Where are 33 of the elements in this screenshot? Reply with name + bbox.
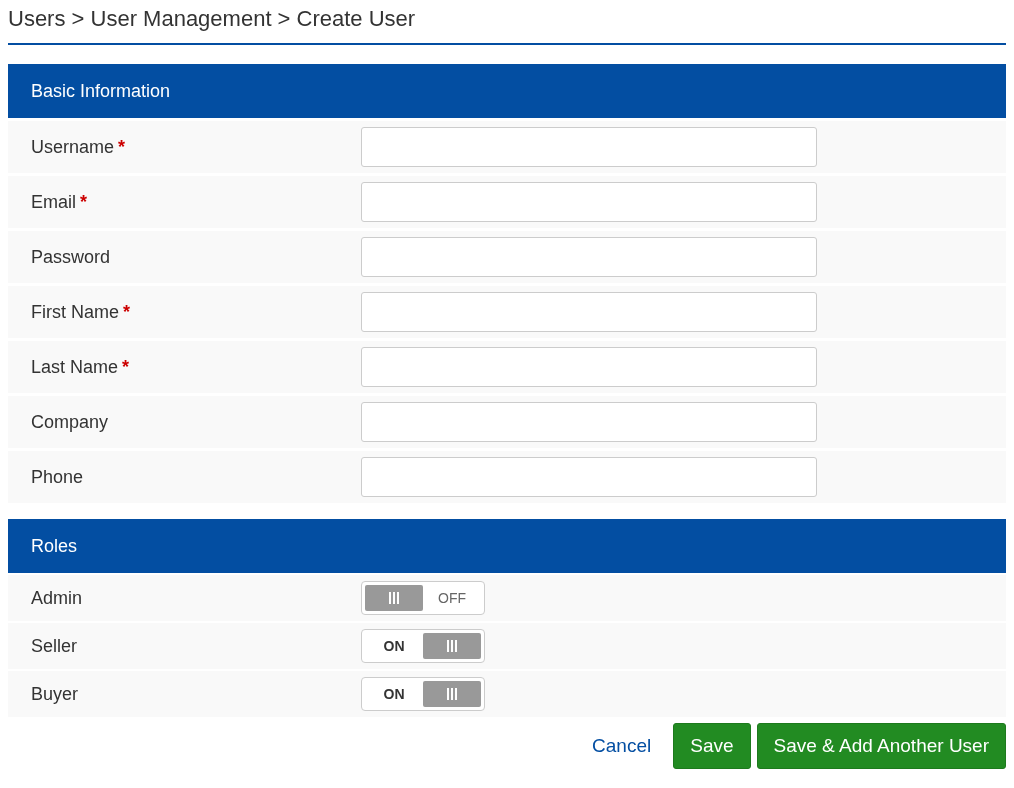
- required-mark: *: [80, 191, 88, 213]
- field-label: Admin: [31, 587, 83, 609]
- input-field[interactable]: [361, 237, 817, 277]
- input-field[interactable]: [361, 292, 817, 332]
- field-label: Seller: [31, 635, 78, 657]
- field-label: Email: [31, 191, 76, 213]
- grip-icon: [447, 688, 457, 700]
- required-mark: *: [122, 356, 130, 378]
- grip-icon: [389, 592, 399, 604]
- input-field[interactable]: [361, 347, 817, 387]
- field-label: First Name: [31, 301, 119, 323]
- field-label: Company: [31, 411, 109, 433]
- toggle-switch[interactable]: ON: [361, 677, 485, 711]
- save-button[interactable]: Save: [673, 723, 751, 769]
- breadcrumb: Users > User Management > Create User: [8, 8, 417, 33]
- input-field[interactable]: [361, 402, 817, 442]
- grip-icon: [447, 640, 457, 652]
- section-header: Basic Information: [8, 64, 1006, 118]
- required-mark: *: [123, 301, 131, 323]
- input-field[interactable]: [361, 182, 817, 222]
- field-label: Phone: [31, 466, 84, 488]
- required-mark: *: [118, 136, 126, 158]
- field-label: Buyer: [31, 683, 79, 705]
- field-label: Last Name: [31, 356, 119, 378]
- input-field[interactable]: [361, 457, 817, 497]
- input-field[interactable]: [361, 127, 817, 167]
- section-header: Roles: [8, 519, 1006, 573]
- toggle-switch[interactable]: ON: [361, 629, 485, 663]
- field-label: Username: [31, 136, 115, 158]
- save-button[interactable]: Save & Add Another User: [756, 723, 1006, 769]
- toggle-switch[interactable]: OFF: [361, 581, 485, 615]
- field-label: Password: [31, 246, 111, 268]
- cancel-link[interactable]: Cancel: [592, 735, 652, 757]
